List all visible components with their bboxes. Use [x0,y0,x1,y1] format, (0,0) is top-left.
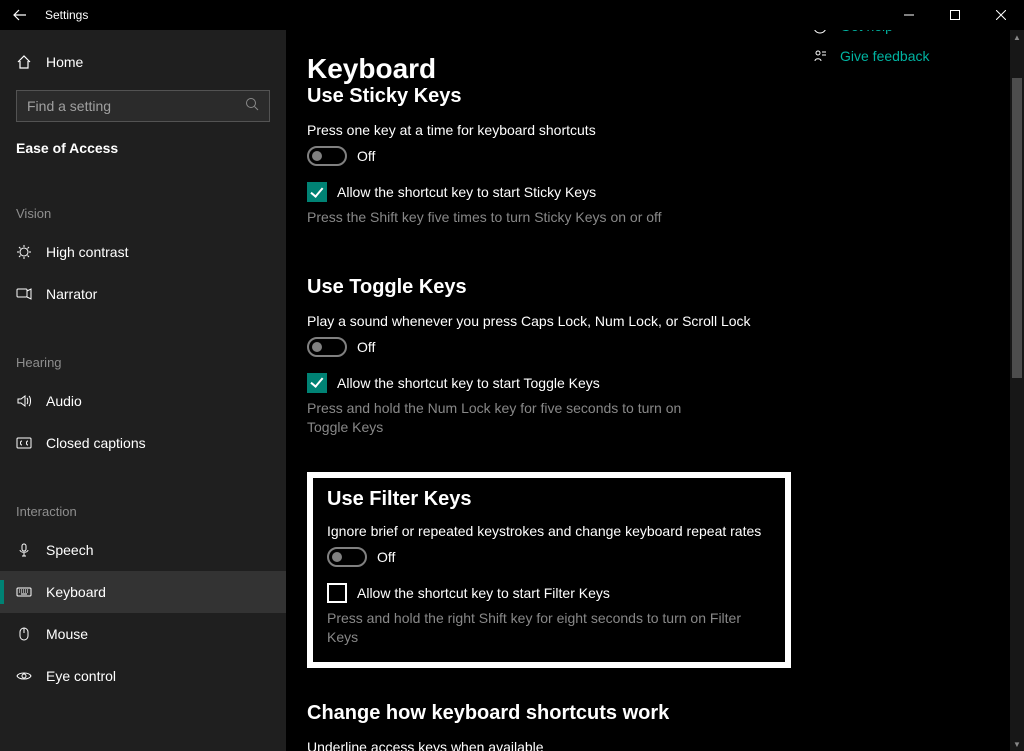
nav-label: High contrast [46,244,128,260]
maximize-icon [950,10,960,20]
filter-keys-toggle[interactable] [327,547,367,567]
sidebar-item-audio[interactable]: Audio [0,380,286,422]
sticky-check-label: Allow the shortcut key to start Sticky K… [337,184,596,200]
help-icon: ? [812,30,828,34]
give-feedback-link[interactable]: Give feedback [812,48,982,64]
scrollbar[interactable]: ▲ ▼ [1010,30,1024,751]
side-links: ? Get help Give feedback [812,30,982,78]
svg-text:?: ? [817,30,822,32]
maximize-button[interactable] [932,0,978,30]
sticky-toggle[interactable] [307,146,347,166]
sticky-toggle-state: Off [357,148,375,164]
give-feedback-label: Give feedback [840,48,930,64]
sticky-shortcut-checkbox[interactable] [307,182,327,202]
section-toggle-keys: Use Toggle Keys [307,276,1024,299]
sidebar-item-keyboard[interactable]: Keyboard [0,571,286,613]
narrator-icon [16,286,32,302]
home-icon [16,54,32,70]
nav-label: Speech [46,542,93,558]
sidebar-item-narrator[interactable]: Narrator [0,273,286,315]
sidebar-item-high-contrast[interactable]: High contrast [0,231,286,273]
toggle-keys-state: Off [357,339,375,355]
filter-shortcut-checkbox[interactable] [327,583,347,603]
audio-icon [16,393,32,409]
section-filter-keys: Use Filter Keys [327,488,771,511]
nav-label: Closed captions [46,435,146,451]
sidebar-category: Ease of Access [16,140,270,156]
nav-label: Audio [46,393,82,409]
sidebar-item-speech[interactable]: Speech [0,529,286,571]
minimize-button[interactable] [886,0,932,30]
sidebar-item-closed-captions[interactable]: Closed captions [0,422,286,464]
sticky-hint: Press the Shift key five times to turn S… [307,208,707,228]
section-sticky-keys: Use Sticky Keys [307,85,1024,108]
sticky-desc: Press one key at a time for keyboard sho… [307,122,1024,138]
sidebar-group-interaction: Interaction [0,504,286,519]
speech-icon [16,542,32,558]
filter-keys-state: Off [377,549,395,565]
nav-label: Eye control [46,668,116,684]
filter-keys-highlight: Use Filter Keys Ignore brief or repeated… [307,472,791,668]
sidebar-item-home[interactable]: Home [16,54,270,70]
back-arrow-icon [13,8,27,22]
filter-hint: Press and hold the right Shift key for e… [327,609,771,648]
get-help-link[interactable]: ? Get help [812,30,982,34]
sidebar-group-vision: Vision [0,206,286,221]
shortcuts-desc: Underline access keys when available [307,739,1024,751]
toggle-hint: Press and hold the Num Lock key for five… [307,399,707,438]
sidebar-item-mouse[interactable]: Mouse [0,613,286,655]
close-icon [996,10,1006,20]
nav-label: Keyboard [46,584,106,600]
toggle-check-label: Allow the shortcut key to start Toggle K… [337,375,600,391]
back-button[interactable] [13,8,27,22]
filter-check-label: Allow the shortcut key to start Filter K… [357,585,610,601]
mouse-icon [16,626,32,642]
minimize-icon [904,10,914,20]
home-label: Home [46,54,83,70]
toggle-shortcut-checkbox[interactable] [307,373,327,393]
close-button[interactable] [978,0,1024,30]
keyboard-icon [16,584,32,600]
section-shortcuts: Change how keyboard shortcuts work [307,702,1024,725]
window-title: Settings [45,8,88,22]
closed-captions-icon [16,435,32,451]
sidebar: Home Ease of Access Vision High contrast… [0,30,286,751]
toggle-desc: Play a sound whenever you press Caps Loc… [307,313,1024,329]
scroll-down-icon[interactable]: ▼ [1010,737,1024,751]
search-input[interactable] [27,98,245,114]
scroll-up-icon[interactable]: ▲ [1010,30,1024,44]
sidebar-item-eye-control[interactable]: Eye control [0,655,286,697]
get-help-label: Get help [840,30,893,34]
feedback-icon [812,49,828,63]
sidebar-group-hearing: Hearing [0,355,286,370]
search-input-container[interactable] [16,90,270,122]
filter-desc: Ignore brief or repeated keystrokes and … [327,523,771,539]
nav-label: Narrator [46,286,97,302]
scroll-thumb[interactable] [1012,78,1022,378]
nav-label: Mouse [46,626,88,642]
search-icon [245,97,259,116]
eye-control-icon [16,668,32,684]
high-contrast-icon [16,244,32,260]
toggle-keys-toggle[interactable] [307,337,347,357]
main-panel: Keyboard Use Sticky Keys Press one key a… [286,30,1024,751]
titlebar: Settings [0,0,1024,30]
